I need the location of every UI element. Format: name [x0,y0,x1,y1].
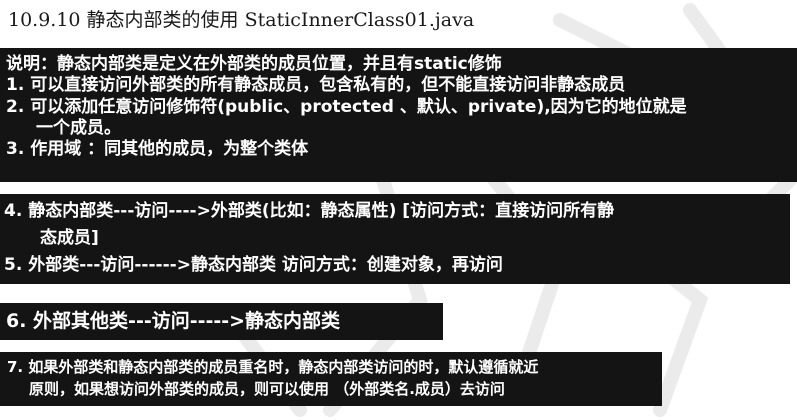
rule-6: 6. 外部其他类---访问----->静态内部类 [6,310,341,332]
name-conflict-box: 7. 如果外部类和静态内部类的成员重名时，静态内部类访问的时，默认遵循就近 原则… [0,352,662,406]
other-class-access-box: 6. 外部其他类---访问----->静态内部类 [0,303,443,340]
rule-1: 1. 可以直接访问外部类的所有静态成员，包含私有的，但不能直接访问非静态成员 [6,75,626,96]
rule-2: 2. 可以添加任意访问修饰符(public、protected 、默认、priv… [6,96,687,117]
description-line: 说明：静态内部类是定义在外部类的成员位置，并且有static修饰 [6,54,502,74]
section-heading: 10.9.10 静态内部类的使用 StaticInnerClass01.java [8,9,475,31]
rule-7-continued: 原则，如果想访问外部类的成员，则可以使用 （外部类名.成员）去访问 [29,380,505,398]
rule-5: 5. 外部类---访问------>静态内部类 访问方式：创建对象，再访问 [4,255,503,275]
rule-3: 3. 作用域 ：同其他的成员，为整个类体 [6,139,309,160]
description-box: 说明：静态内部类是定义在外部类的成员位置，并且有static修饰 1. 可以直接… [0,48,797,182]
rule-2-continued: 一个成员。 [36,117,121,138]
access-rules-box: 4. 静态内部类---访问---->外部类(比如：静态属性) [访问方式：直接访… [0,194,790,284]
rule-4: 4. 静态内部类---访问---->外部类(比如：静态属性) [访问方式：直接访… [4,201,615,221]
rule-7: 7. 如果外部类和静态内部类的成员重名时，静态内部类访问的时，默认遵循就近 [7,358,539,376]
rule-4-continued: 态成员] [40,228,99,248]
